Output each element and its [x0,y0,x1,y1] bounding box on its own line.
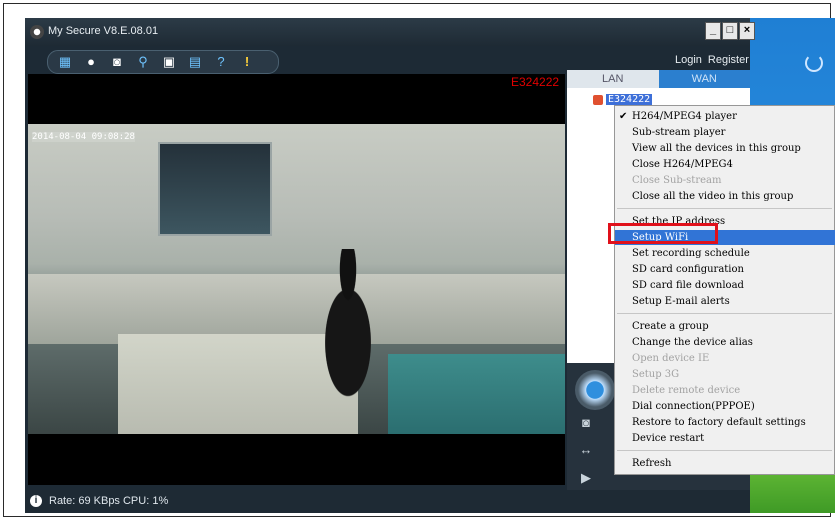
feed-cabinet [388,354,565,434]
swap-arrows-icon[interactable]: ↔ [575,442,597,458]
context-menu: ✔ H264/MPEG4 player Sub-stream player Vie… [614,105,835,475]
info-icon: i [30,495,42,507]
toolbar: ▦ ● ◙ ⚲ ▣ ▤ ? ! [47,50,279,74]
search-icon[interactable]: ⚲ [134,53,152,71]
menu-item-view-group[interactable]: View all the devices in this group [615,141,835,156]
menu-item-change-alias[interactable]: Change the device alias [615,335,835,350]
menu-item-open-ie: Open device IE [632,353,710,364]
menu-item-sub-stream-player[interactable]: Sub-stream player [615,125,835,140]
camera-device-icon [593,94,603,105]
status-bar: i Rate: 69 KBps CPU: 1% [25,490,750,513]
menu-item-factory-reset[interactable]: Restore to factory default settings [615,415,835,430]
menu-item-create-group[interactable]: Create a group [615,319,835,334]
menu-separator [617,208,832,209]
menu-item-sd-download[interactable]: SD card file download [615,278,835,293]
video-device-id: E324222 [511,75,560,89]
maximize-button[interactable]: □ [722,22,738,40]
feed-window [158,142,272,236]
check-icon: ✔ [619,111,628,122]
menu-item-delete-device: Delete remote device [632,385,741,396]
account-links: Login Register [675,54,749,66]
help-icon[interactable]: ? [212,53,230,71]
menu-item-close-h264[interactable]: Close H264/MPEG4 [615,157,835,172]
register-link[interactable]: Register [708,54,749,66]
grid-icon[interactable]: ▦ [56,53,74,71]
loading-icon [805,54,823,72]
lock-icon[interactable]: ▣ [160,53,178,71]
play-icon[interactable]: ● [82,53,100,71]
play-arrow-icon[interactable]: ▶ [575,470,597,486]
feed-person [308,249,388,419]
device-node[interactable]: E324222 [593,94,653,105]
video-player[interactable]: 2014-08-04 09:08:28 E324222 [28,74,565,485]
alert-icon[interactable]: ! [238,53,256,71]
snapshot-icon[interactable]: ◙ [575,415,597,431]
status-text: Rate: 69 KBps CPU: 1% [49,495,169,507]
device-node-label: E324222 [606,94,653,105]
menu-item-setup-3g: Setup 3G [632,369,680,380]
login-link[interactable]: Login [675,54,702,66]
camera-feed [28,124,565,434]
menu-item-h264-player[interactable]: ✔ H264/MPEG4 player [615,109,835,124]
close-button[interactable]: × [739,22,755,40]
video-timestamp: 2014-08-04 09:08:28 [32,132,135,142]
menu-item-close-sub-stream: Close Sub-stream [632,175,722,186]
menu-item-refresh[interactable]: Refresh [615,456,835,471]
menu-item-recording-schedule[interactable]: Set recording schedule [615,246,835,261]
camera-icon[interactable]: ◙ [108,53,126,71]
title-bar[interactable]: My Secure V8.E.08.01 _ □ × [25,18,755,46]
window-controls: _ □ × [705,22,755,40]
menu-separator [617,450,832,451]
menu-item-dial-pppoe[interactable]: Dial connection(PPPOE) [615,399,835,414]
tab-lan[interactable]: LAN [567,70,659,88]
menu-item-sd-config[interactable]: SD card configuration [615,262,835,277]
tab-wan[interactable]: WAN [658,70,750,88]
window-title: My Secure V8.E.08.01 [48,25,159,37]
minimize-button[interactable]: _ [705,22,721,40]
menu-item-email-alerts[interactable]: Setup E-mail alerts [615,294,835,309]
menu-item-close-group-video[interactable]: Close all the video in this group [615,189,835,204]
save-icon[interactable]: ▤ [186,53,204,71]
ptz-control-icon[interactable] [575,370,615,410]
app-logo-icon [30,25,44,39]
network-tabs: LAN WAN [567,70,750,88]
menu-item-device-restart[interactable]: Device restart [615,431,835,446]
menu-separator [617,313,832,314]
annotation-highlight-box [608,223,718,244]
